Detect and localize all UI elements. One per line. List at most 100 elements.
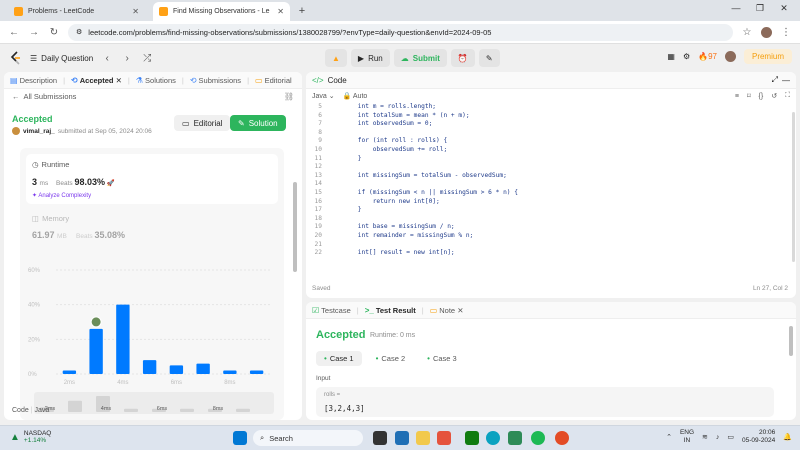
run-button[interactable]: ▶ Run [350,49,390,67]
restore-icon[interactable]: ❐ [748,3,772,14]
leetcode-logo-icon[interactable] [10,51,22,65]
code-line[interactable]: 20 int remainder = missingSum % n; [306,232,786,241]
streak-fire-icon[interactable]: 🔥97 [698,52,717,61]
profile-avatar[interactable] [761,26,772,38]
case-tab-3[interactable]: • Case 3 [419,351,465,366]
username[interactable]: vimal_raj_ [23,128,55,135]
url-field[interactable]: ⚙ leetcode.com/problems/find-missing-obs… [68,23,733,41]
tab-submissions[interactable]: ⟲ Submissions [190,76,241,85]
code-line[interactable]: 7 int observedSum = 0; [306,120,786,129]
shuffle-icon[interactable]: ⤮ [141,53,153,64]
taskbar-search[interactable]: ⌕ Search [253,430,363,446]
prev-problem-icon[interactable]: ‹ [101,53,113,64]
chrome-icon[interactable] [555,431,569,445]
code-line[interactable]: 18 [306,215,786,224]
volume-icon[interactable]: ♪ [716,434,720,441]
menu-dots-icon[interactable]: ⋮ [780,27,792,38]
analyze-complexity-link[interactable]: ✦ Analyze Complexity [32,192,91,199]
code-line[interactable]: 9 for (int roll : rolls) { [306,137,786,146]
expand-icon[interactable]: ⤢ [772,75,778,85]
browser-tab-problems[interactable]: Problems - LeetCode ✕ [8,2,145,21]
code-line[interactable]: 11 } [306,155,786,164]
tab-editorial[interactable]: ▭ Editorial [255,76,292,85]
premium-button[interactable]: Premium [743,49,792,64]
xbox-icon[interactable] [465,431,479,445]
file-explorer-icon[interactable] [416,431,430,445]
battery-icon[interactable]: ▭ [727,433,734,441]
case-tab-1[interactable]: • Case 1 [316,351,362,366]
minimize-panel-icon[interactable]: — [782,76,790,85]
tab-description[interactable]: ▤ Description [10,76,57,85]
code-line[interactable]: 14 [306,180,786,189]
site-info-icon[interactable]: ⚙ [76,28,82,36]
bookmark-icon[interactable]: ⌑ [747,92,751,100]
code-scrollbar[interactable] [792,112,795,262]
next-problem-icon[interactable]: › [121,53,133,64]
code-editor[interactable]: 5 int m = rolls.length; 6 int totalSum = … [306,103,786,275]
tab-testcase[interactable]: ☑ Testcase [312,306,351,315]
runtime-card[interactable]: ◷ Runtime 3 ms Beats 98.03% 🚀 ✦ Analyze C… [26,154,278,204]
code-line[interactable]: 8 [306,129,786,138]
submit-button[interactable]: ☁ Submit [393,49,447,67]
forward-icon[interactable]: → [28,27,40,38]
stock-widget[interactable]: ▲ NASDAQ +1.14% [10,430,51,444]
wifi-icon[interactable]: ≋ [702,433,708,441]
minimize-icon[interactable]: — [724,3,748,14]
layout-icon[interactable]: ▦ [667,52,675,61]
code-line[interactable]: 19 int base = missingSum / n; [306,223,786,232]
close-tab-icon[interactable]: ✕ [457,306,463,315]
office-icon[interactable] [437,431,451,445]
tab-solutions[interactable]: ⚗ Solutions [136,76,176,85]
edge-icon[interactable] [486,431,500,445]
code-line[interactable]: 6 int totalSum = mean * (n + m); [306,112,786,121]
tab-test-result[interactable]: >_ Test Result [365,306,416,315]
notification-bell-icon[interactable]: 🔔 [783,433,792,441]
code-line[interactable]: 12 [306,163,786,172]
browser-tab-active[interactable]: Find Missing Observations - Le ✕ [153,2,290,21]
language-indicator[interactable]: ENG IN [680,429,694,445]
code-line[interactable]: 17 } [306,206,786,215]
braces-icon[interactable]: {} [759,93,764,100]
case-tab-2[interactable]: • Case 2 [368,351,414,366]
bookmark-star-icon[interactable]: ☆ [741,27,753,38]
auto-mode[interactable]: 🔒 Auto [343,92,368,100]
code-line[interactable]: 10 observedSum += roll; [306,146,786,155]
link-icon[interactable]: ⛓ [284,92,294,101]
tab-accepted[interactable]: ⟲ Accepted ✕ [71,76,122,85]
result-scrollbar[interactable] [789,326,793,356]
tab-note[interactable]: ▭ Note ✕ [430,306,464,315]
debug-button[interactable]: ▲ [325,49,347,67]
code-line[interactable]: 15 if (missingSum < n || missingSum > 6 … [306,189,786,198]
format-icon[interactable]: ≡ [735,93,739,100]
windows-start-icon[interactable] [233,431,247,445]
fullscreen-icon[interactable]: ⛶ [785,92,790,100]
close-tab-icon[interactable]: ✕ [277,7,284,16]
left-scrollbar[interactable] [293,182,297,272]
chevron-up-icon[interactable]: ⌃ [666,433,672,441]
all-submissions-link[interactable]: ← All Submissions [12,92,76,101]
code-line[interactable]: 16 return new int[0]; [306,198,786,207]
daily-question-link[interactable]: ☰ Daily Question [30,54,93,63]
clock[interactable]: 20:06 05-09-2024 [742,429,775,445]
back-icon[interactable]: ← [8,27,20,38]
notes-button[interactable]: ✎ [478,49,500,67]
reload-icon[interactable]: ↻ [48,27,60,38]
spotify-icon[interactable] [531,431,545,445]
runtime-distribution-chart[interactable]: 60%40%20%0%2ms 4ms 6ms 8ms2ms 4ms 6ms 8ms [20,258,284,420]
memory-label[interactable]: ◫ Memory [32,214,69,223]
close-tab-icon[interactable]: ✕ [132,7,139,16]
settings-gear-icon[interactable]: ⚙ [683,52,690,61]
input-var-value[interactable]: [3,2,4,3] [324,404,365,413]
reset-icon[interactable]: ↺ [771,92,777,100]
close-window-icon[interactable]: ✕ [772,3,796,14]
code-line[interactable]: 21 [306,241,786,250]
user-avatar[interactable] [724,51,736,62]
app-icon-1[interactable] [395,431,409,445]
editorial-button[interactable]: ▭ Editorial [174,115,231,131]
language-select[interactable]: Java ⌄ [312,92,335,100]
task-view-icon[interactable] [373,431,387,445]
code-line[interactable]: 13 int missingSum = totalSum - observedS… [306,172,786,181]
close-tab-icon[interactable]: ✕ [116,76,122,85]
code-line[interactable]: 5 int m = rolls.length; [306,103,786,112]
store-icon[interactable] [508,431,522,445]
